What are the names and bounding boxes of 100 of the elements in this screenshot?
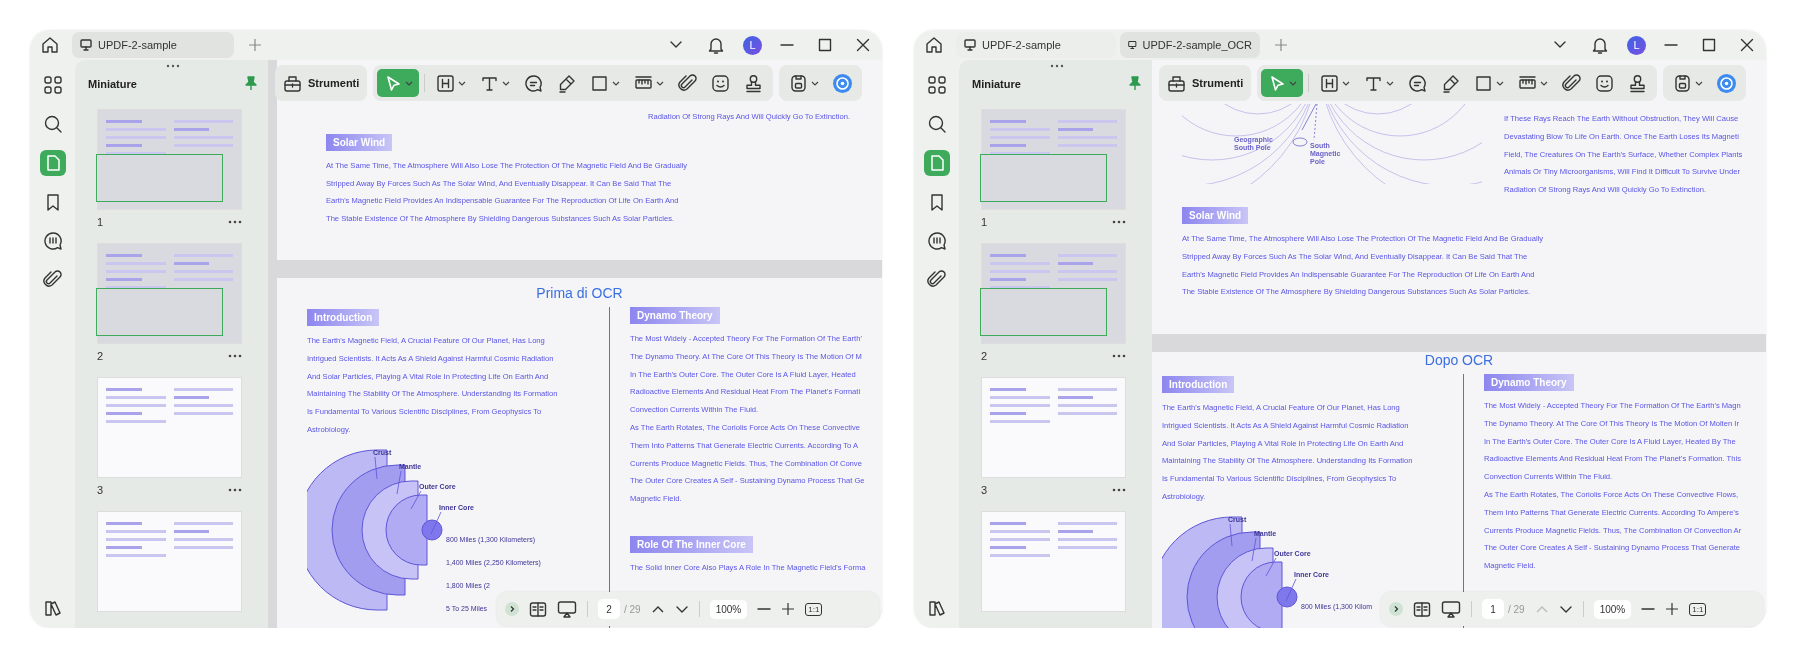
tools-button[interactable]: Strumenti bbox=[275, 65, 368, 101]
leader-line bbox=[1285, 578, 1297, 602]
section-heading: Dynamo Theory bbox=[1484, 374, 1574, 391]
tab-label: UPDF-2-sample_OCR bbox=[1142, 39, 1252, 51]
caret-icon[interactable] bbox=[458, 80, 467, 86]
highlighter-icon bbox=[557, 73, 577, 93]
search-icon bbox=[42, 114, 63, 134]
home-icon[interactable] bbox=[924, 35, 944, 55]
document-tab[interactable]: UPDF-2-sample_OCR bbox=[1120, 32, 1260, 58]
presentation-icon[interactable] bbox=[1441, 600, 1461, 618]
page-count: / 29 bbox=[624, 603, 641, 615]
highlighter-icon bbox=[1441, 73, 1461, 93]
caret-icon[interactable] bbox=[1342, 80, 1351, 86]
stamp-icon bbox=[1628, 73, 1648, 93]
page-title: Prima di OCR bbox=[535, 284, 624, 301]
document-tab[interactable]: UPDF-2-sample bbox=[72, 32, 234, 58]
page-thumbnail[interactable] bbox=[97, 243, 242, 344]
pin-icon[interactable] bbox=[1128, 76, 1142, 91]
page-rail-button[interactable] bbox=[923, 150, 950, 176]
more-icon[interactable] bbox=[228, 354, 242, 358]
leader-line bbox=[1251, 537, 1257, 562]
tools-button[interactable]: Strumenti bbox=[1159, 65, 1252, 101]
actual-size-button[interactable]: 1:1 bbox=[1689, 602, 1707, 616]
books-icon[interactable] bbox=[42, 598, 63, 618]
expand-icon[interactable] bbox=[1389, 602, 1403, 616]
maximize-icon[interactable] bbox=[1702, 38, 1716, 52]
page-thumbnail[interactable] bbox=[97, 511, 242, 612]
home-icon[interactable] bbox=[40, 35, 60, 55]
caret-icon[interactable] bbox=[1695, 80, 1704, 86]
section-heading: Solar Wind bbox=[1182, 207, 1249, 224]
rectangle-icon bbox=[1474, 73, 1494, 93]
page-thumbnail[interactable] bbox=[97, 109, 242, 210]
page-thumbnail[interactable] bbox=[981, 511, 1126, 612]
pin-icon[interactable] bbox=[244, 76, 258, 91]
more-icon[interactable] bbox=[1112, 220, 1126, 224]
drag-handle-icon[interactable] bbox=[166, 64, 180, 68]
actual-size-button[interactable]: 1:1 bbox=[805, 602, 823, 616]
bell-icon[interactable] bbox=[1591, 36, 1609, 54]
comment-icon bbox=[524, 73, 544, 93]
page-number-field[interactable]: 2 bbox=[598, 599, 620, 619]
page-thumbnail[interactable] bbox=[981, 109, 1126, 210]
caret-icon[interactable] bbox=[1496, 80, 1505, 86]
maximize-icon[interactable] bbox=[818, 38, 832, 52]
cursor-tool-button[interactable] bbox=[377, 69, 420, 97]
caret-icon[interactable] bbox=[405, 80, 414, 86]
caret-icon[interactable] bbox=[656, 80, 665, 86]
avatar[interactable]: L bbox=[743, 35, 762, 55]
page-thumbnail[interactable] bbox=[97, 377, 242, 478]
expand-icon[interactable] bbox=[505, 602, 519, 616]
page-number: 2 bbox=[97, 350, 104, 362]
paperclip-icon bbox=[678, 73, 698, 93]
more-icon[interactable] bbox=[1112, 354, 1126, 358]
tab-label: UPDF-2-sample bbox=[98, 39, 177, 51]
page-number-field[interactable]: 1 bbox=[1482, 599, 1504, 619]
close-icon[interactable] bbox=[856, 38, 870, 52]
page-rail-button[interactable] bbox=[39, 150, 66, 176]
caret-icon[interactable] bbox=[1289, 80, 1298, 86]
page-thumbnail[interactable] bbox=[981, 377, 1126, 478]
section-heading: Introduction bbox=[1162, 376, 1235, 393]
save-icon bbox=[789, 73, 809, 93]
more-icon[interactable] bbox=[228, 220, 242, 224]
caret-icon[interactable] bbox=[811, 80, 820, 86]
zoom-in-icon[interactable] bbox=[781, 602, 796, 616]
apps-grid-icon bbox=[926, 75, 947, 95]
more-icon[interactable] bbox=[228, 488, 242, 492]
toolbox-icon bbox=[283, 73, 302, 93]
paperclip-icon bbox=[1562, 73, 1582, 93]
comment-icon bbox=[1408, 73, 1428, 93]
caret-icon[interactable] bbox=[1540, 80, 1549, 86]
page-count: / 29 bbox=[1508, 603, 1525, 615]
apps-grid-icon bbox=[42, 75, 63, 95]
page-number: 3 bbox=[97, 484, 104, 496]
section-heading: Solar Wind bbox=[326, 133, 393, 151]
zoom-level-field[interactable]: 100% bbox=[709, 599, 748, 619]
zoom-level-field[interactable]: 100% bbox=[1593, 599, 1632, 619]
heading-icon bbox=[436, 73, 456, 93]
toolbox-icon bbox=[1167, 73, 1186, 93]
caret-icon[interactable] bbox=[502, 80, 511, 86]
paperclip-icon bbox=[926, 270, 947, 290]
assistant-logo-icon bbox=[833, 73, 853, 93]
avatar[interactable]: L bbox=[1627, 35, 1646, 55]
more-icon[interactable] bbox=[1112, 488, 1126, 492]
page-thumbnail[interactable] bbox=[981, 243, 1126, 344]
page-number: 2 bbox=[981, 350, 988, 362]
close-icon[interactable] bbox=[1740, 38, 1754, 52]
cursor-tool-button[interactable] bbox=[1261, 69, 1304, 97]
books-icon[interactable] bbox=[926, 598, 947, 618]
page-number: 1 bbox=[97, 216, 104, 228]
zoom-in-icon[interactable] bbox=[1665, 602, 1680, 616]
presentation-icon[interactable] bbox=[557, 600, 577, 618]
two-page-view-icon[interactable] bbox=[1413, 600, 1431, 618]
leader-line bbox=[396, 470, 402, 495]
caret-icon[interactable] bbox=[612, 80, 621, 86]
caret-icon[interactable] bbox=[1386, 80, 1395, 86]
bell-icon[interactable] bbox=[707, 36, 725, 54]
drag-handle-icon[interactable] bbox=[1050, 64, 1064, 68]
leader-line bbox=[374, 456, 378, 480]
sticker-icon bbox=[1595, 73, 1615, 93]
two-page-view-icon[interactable] bbox=[529, 600, 547, 618]
comments-icon bbox=[926, 231, 947, 251]
